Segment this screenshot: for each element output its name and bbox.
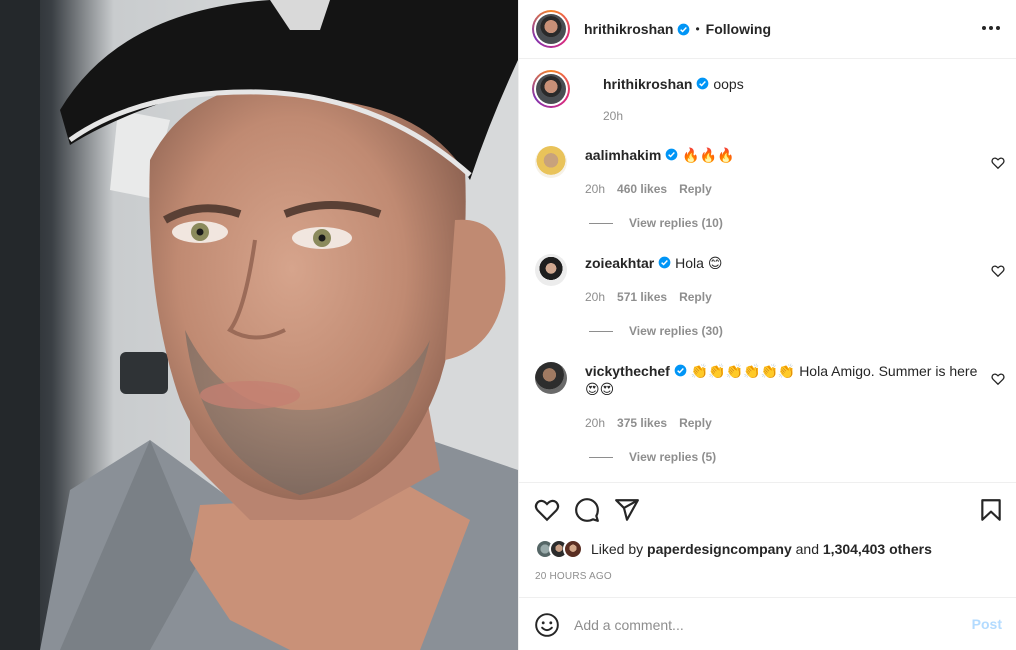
commenter-avatar[interactable] — [535, 146, 567, 178]
comment-likes[interactable]: 375 likes — [617, 416, 667, 430]
commenter-username[interactable]: zoieakhtar — [585, 255, 654, 271]
likes-prefix: Liked by — [591, 541, 644, 557]
comment-time[interactable]: 20h — [585, 416, 605, 430]
comment-text: Hola 😊 — [675, 255, 723, 271]
view-replies-button[interactable]: View replies (5) — [589, 450, 716, 464]
share-icon[interactable] — [614, 497, 640, 523]
comment-icon[interactable] — [574, 497, 600, 523]
reply-button[interactable]: Reply — [679, 182, 712, 196]
caption-text: oops — [713, 76, 744, 92]
post-photo[interactable] — [0, 0, 518, 650]
commenter-username[interactable]: vickythechef — [585, 363, 670, 379]
verified-badge-icon — [678, 23, 690, 35]
replies-line — [589, 222, 613, 224]
first-liker-link[interactable]: paperdesigncompany — [647, 541, 792, 557]
comment-meta: 20h 571 likes Reply — [585, 290, 712, 304]
verified-badge-icon — [665, 148, 678, 161]
commenter-username[interactable]: aalimhakim — [585, 147, 661, 163]
like-comment-heart-icon[interactable] — [991, 156, 1005, 170]
post-dialog: hrithikroshan • Following hrithikroshan … — [0, 0, 1016, 650]
add-comment-bar: Post — [518, 597, 1016, 650]
verified-badge-icon — [658, 256, 671, 269]
caption-author-username[interactable]: hrithikroshan — [603, 76, 692, 92]
view-replies-label: View replies (5) — [629, 450, 717, 464]
view-replies-label: View replies (10) — [629, 216, 723, 230]
header-separator: • — [695, 22, 700, 36]
author-username[interactable]: hrithikroshan — [584, 21, 673, 37]
comment-likes[interactable]: 571 likes — [617, 290, 667, 304]
replies-line — [589, 456, 613, 458]
heart-icon[interactable] — [534, 497, 560, 523]
emoji-icon[interactable] — [534, 612, 560, 638]
commenter-avatar[interactable] — [535, 362, 567, 394]
commenter-avatar[interactable] — [535, 254, 567, 286]
caption-time[interactable]: 20h — [603, 109, 623, 123]
selfie-illustration — [0, 0, 518, 650]
comment-body: zoieakhtar Hola 😊 — [585, 254, 980, 272]
like-comment-heart-icon[interactable] — [991, 264, 1005, 278]
comment-meta: 20h 375 likes Reply — [585, 416, 712, 430]
bookmark-icon[interactable] — [978, 497, 1004, 523]
others-likes-link[interactable]: 1,304,403 others — [823, 541, 932, 557]
comment-body: aalimhakim 🔥🔥🔥 — [585, 146, 980, 164]
caption-text-row: hrithikroshan oops — [603, 76, 744, 92]
comment-body: vickythechef 👏👏👏👏👏👏 Hola Amigo. Summer i… — [585, 362, 980, 398]
verified-badge-icon — [674, 364, 687, 377]
post-actions: Liked by paperdesigncompany and 1,304,40… — [518, 482, 1016, 598]
comment-text: 🔥🔥🔥 — [682, 147, 735, 163]
verified-badge-icon — [697, 77, 709, 90]
more-horizontal-icon[interactable] — [981, 18, 1001, 38]
reply-button[interactable]: Reply — [679, 416, 712, 430]
likes-text: Liked by paperdesigncompany and 1,304,40… — [591, 541, 932, 557]
comment-meta: 20h 460 likes Reply — [585, 182, 712, 196]
post-header: hrithikroshan • Following — [519, 0, 1016, 59]
caption-author-avatar[interactable] — [532, 70, 570, 108]
post-comment-button[interactable]: Post — [972, 616, 1002, 632]
author-avatar[interactable] — [532, 10, 570, 48]
like-comment-heart-icon[interactable] — [991, 372, 1005, 386]
comment-input[interactable] — [574, 614, 954, 636]
comment-time[interactable]: 20h — [585, 290, 605, 304]
view-replies-button[interactable]: View replies (10) — [589, 216, 723, 230]
following-button[interactable]: Following — [706, 21, 771, 37]
liker-avatars[interactable] — [535, 539, 587, 559]
likes-joiner: and — [795, 541, 819, 557]
replies-line — [589, 330, 613, 332]
reply-button[interactable]: Reply — [679, 290, 712, 304]
view-replies-button[interactable]: View replies (30) — [589, 324, 723, 338]
comment-likes[interactable]: 460 likes — [617, 182, 667, 196]
comment-time[interactable]: 20h — [585, 182, 605, 196]
post-timestamp[interactable]: 20 HOURS AGO — [535, 571, 612, 582]
likes-summary: Liked by paperdesigncompany and 1,304,40… — [535, 539, 932, 559]
view-replies-label: View replies (30) — [629, 324, 723, 338]
